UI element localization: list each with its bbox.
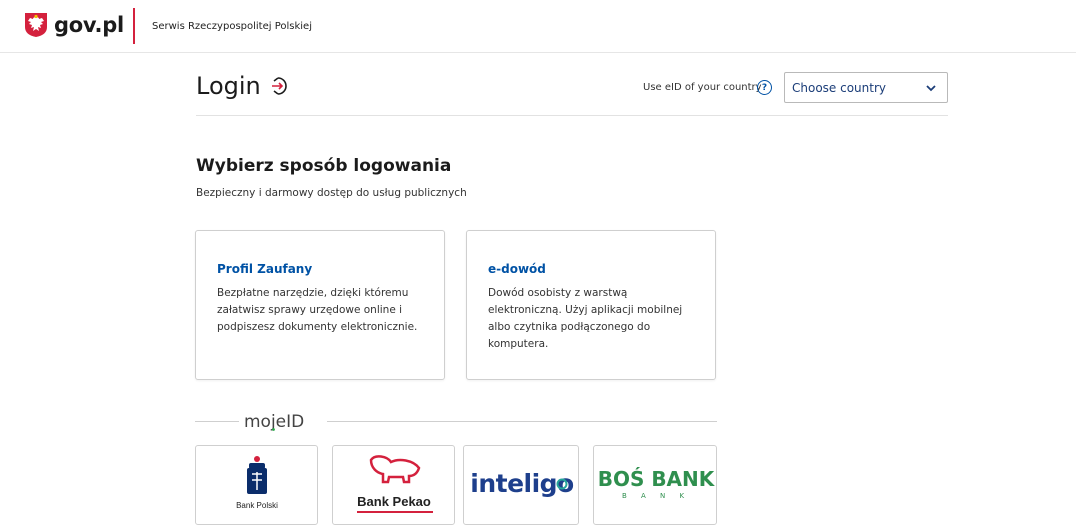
country-select[interactable]: Choose country bbox=[784, 72, 948, 103]
service-name: Serwis Rzeczypospolitej Polskiej bbox=[152, 21, 312, 32]
card-title[interactable]: Profil Zaufany bbox=[217, 262, 312, 276]
login-title-text: Login bbox=[196, 72, 261, 100]
logo-text: gov.pl bbox=[54, 13, 124, 37]
svg-text:B A N K: B A N K bbox=[622, 492, 690, 500]
mojeid-logo: mojeID bbox=[244, 412, 304, 432]
login-divider bbox=[196, 115, 948, 116]
bank-name: BOŚ BANK bbox=[598, 467, 716, 491]
help-icon[interactable]: ? bbox=[757, 80, 772, 95]
pko-bp-logo: Bank Polski bbox=[236, 456, 278, 510]
gov-pl-logo[interactable]: gov.pl bbox=[24, 12, 124, 38]
section-title: Wybierz sposób logowania bbox=[196, 156, 452, 176]
inteligo-logo: inteligo bbox=[470, 469, 574, 498]
bank-tile-inteligo[interactable]: inteligo bbox=[463, 445, 579, 525]
pekao-bison-logo: Bank Pekao bbox=[357, 455, 433, 513]
card-description: Dowód osobisty z warstwą elektroniczną. … bbox=[488, 287, 683, 350]
card-description: Bezpłatne narzędzie, dzięki któremu zała… bbox=[217, 287, 418, 333]
profil-zaufany-card[interactable]: Profil Zaufany Bezpłatne narzędzie, dzię… bbox=[195, 230, 445, 380]
header-divider bbox=[133, 8, 135, 44]
country-select-value: Choose country bbox=[792, 81, 887, 95]
chevron-down-icon bbox=[926, 85, 936, 92]
e-dowod-card[interactable]: e-dowód Dowód osobisty z warstwą elektro… bbox=[466, 230, 716, 380]
bank-name: Bank Polski bbox=[236, 501, 278, 510]
bank-tile-pko-bp[interactable]: Bank Polski bbox=[195, 445, 318, 525]
section-subtitle: Bezpieczny i darmowy dostęp do usług pub… bbox=[196, 187, 467, 199]
bank-tile-pekao[interactable]: Bank Pekao bbox=[332, 445, 455, 525]
bank-name: Bank Pekao bbox=[357, 494, 431, 509]
mojeid-divider-right bbox=[327, 421, 717, 422]
site-header: gov.pl Serwis Rzeczypospolitej Polskiej bbox=[0, 0, 1076, 53]
card-title[interactable]: e-dowód bbox=[488, 262, 546, 276]
polish-eagle-icon bbox=[25, 13, 47, 37]
login-icon bbox=[271, 77, 287, 95]
bank-tile-bos[interactable]: BOŚ BANK B A N K bbox=[593, 445, 717, 525]
mojeid-divider-left bbox=[195, 421, 239, 422]
page-title: Login bbox=[196, 72, 291, 100]
eid-label: Use eID of your country bbox=[643, 82, 762, 93]
bos-bank-logo: BOŚ BANK B A N K bbox=[598, 467, 716, 500]
